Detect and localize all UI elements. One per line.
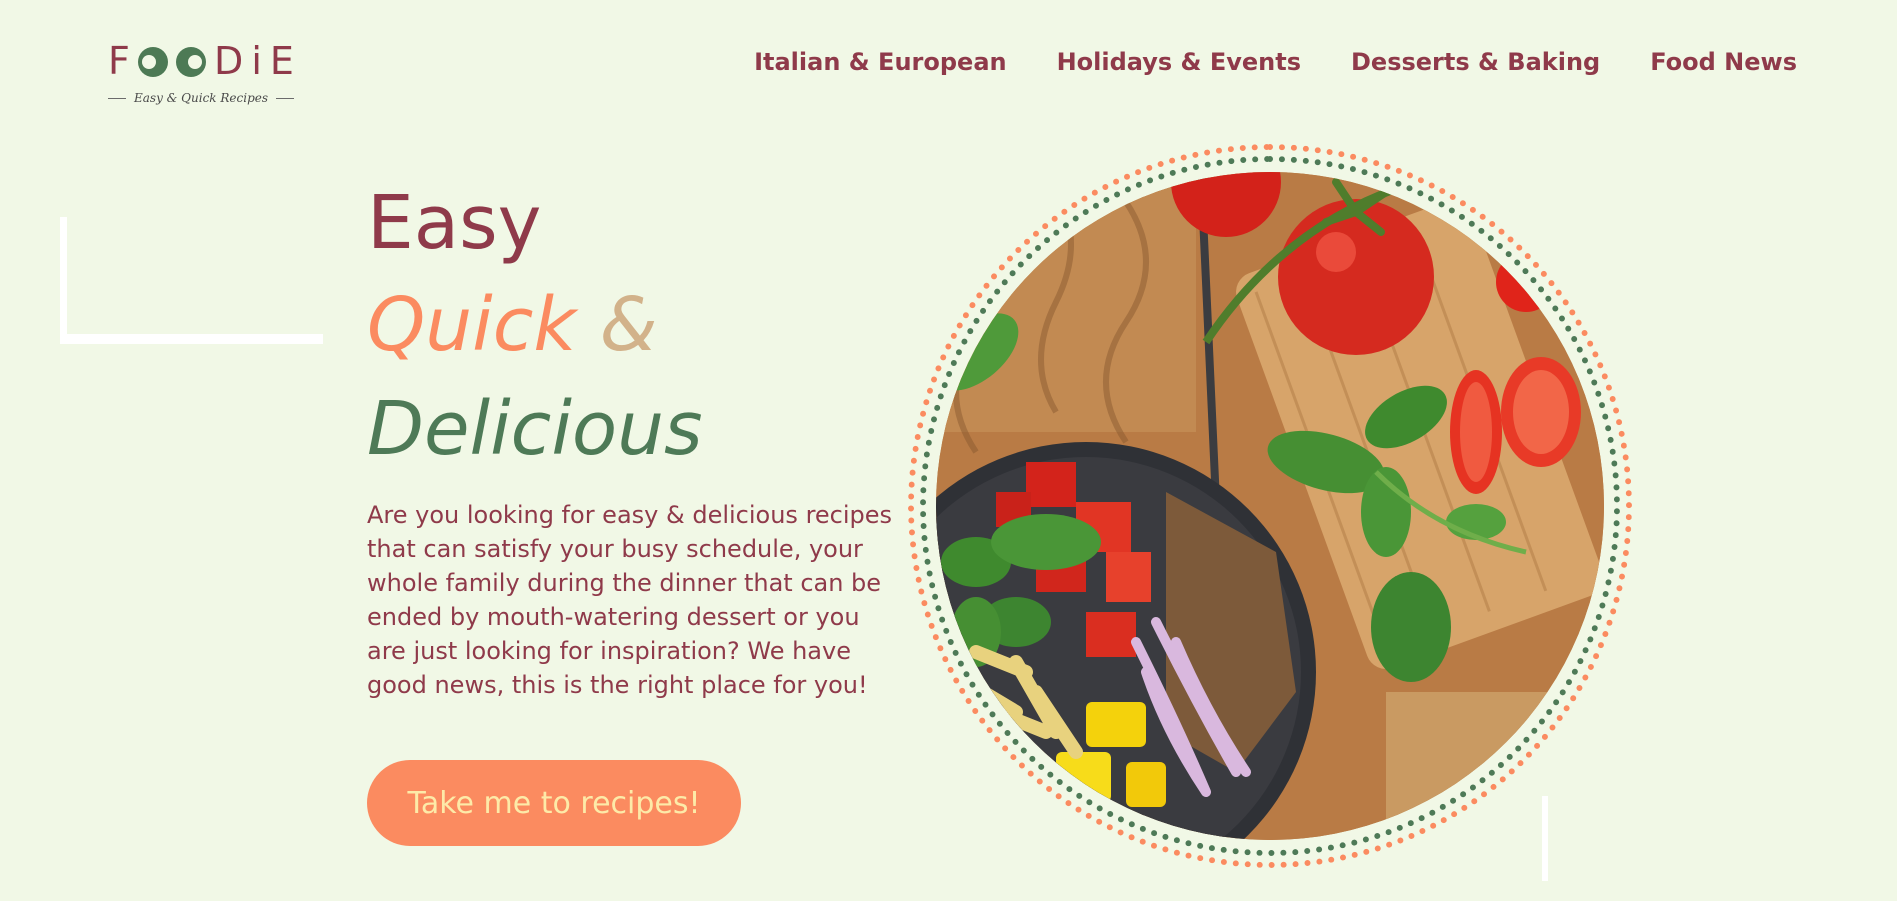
hero-heading-delicious: Delicious	[367, 386, 703, 472]
decorative-corner-line	[60, 334, 323, 344]
hero-description: Are you looking for easy & delicious rec…	[367, 501, 893, 699]
nav-item-italian-european[interactable]: Italian & European	[754, 48, 1007, 76]
hero-heading-quick: Quick &	[367, 282, 658, 368]
logo-tagline: Easy & Quick Recipes	[108, 88, 295, 108]
foodie-logo[interactable]: F D i E Easy & Quick Recipes	[108, 36, 295, 112]
nav-item-holidays-events[interactable]: Holidays & Events	[1057, 48, 1301, 76]
divider	[276, 97, 295, 99]
main-nav: Italian & European Holidays & Events Des…	[754, 48, 1797, 76]
hero-heading-easy: Easy	[367, 180, 542, 266]
nav-item-desserts-baking[interactable]: Desserts & Baking	[1351, 48, 1600, 76]
hero-text: Easy Quick & Delicious Are you looking f…	[367, 186, 897, 702]
logo-wordmark: F D i E	[108, 39, 294, 83]
nav-item-food-news[interactable]: Food News	[1650, 48, 1797, 76]
decorative-corner-line	[60, 217, 67, 337]
divider	[108, 97, 126, 99]
hero-food-photo	[908, 144, 1632, 868]
logo-o-icon	[137, 47, 168, 77]
food-illustration	[936, 172, 1604, 840]
food-image	[936, 172, 1604, 840]
take-me-to-recipes-button[interactable]: Take me to recipes!	[367, 760, 741, 846]
logo-o-icon	[175, 47, 206, 77]
